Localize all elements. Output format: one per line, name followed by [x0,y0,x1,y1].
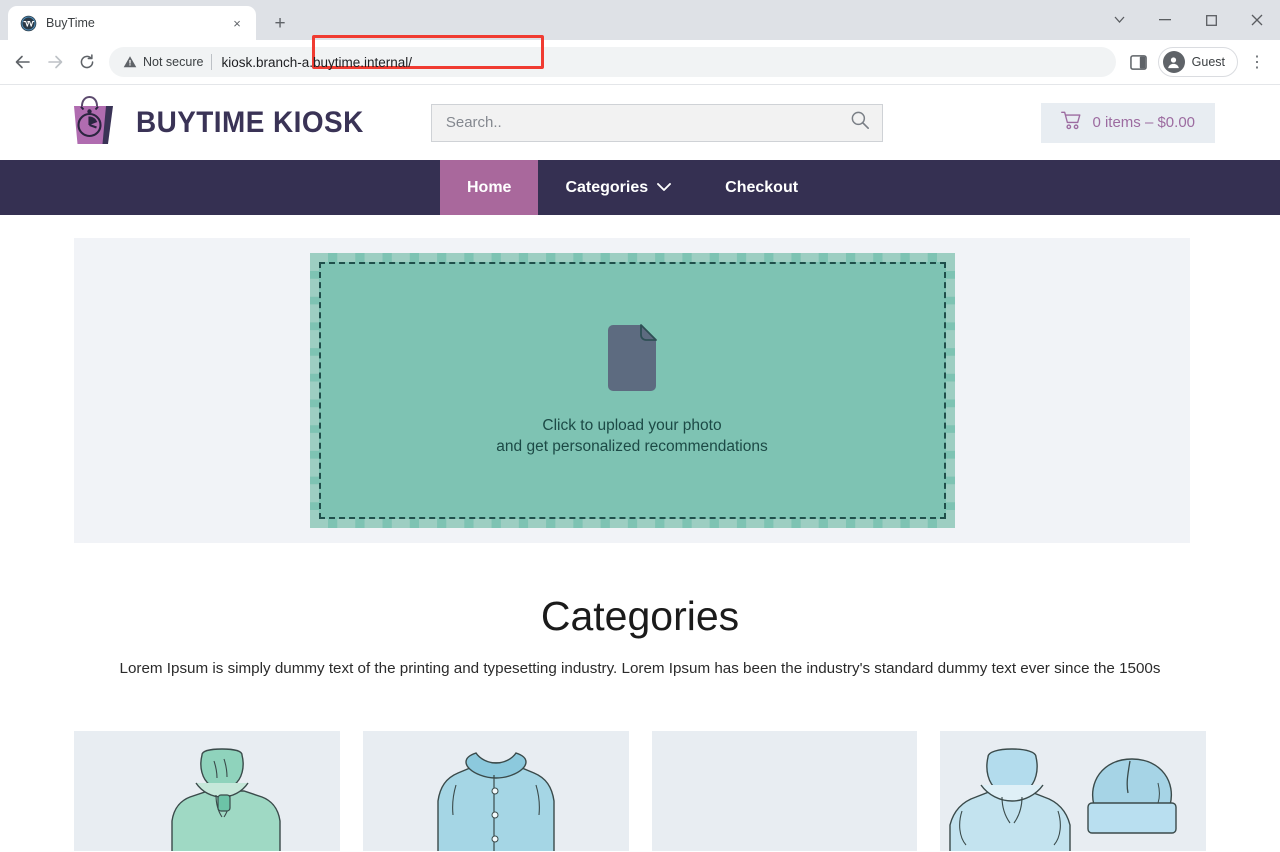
tab-strip: BuyTime × + [0,0,1280,40]
nav-item-label: Checkout [725,178,799,196]
hero-panel: Click to upload your photo and get perso… [74,238,1190,543]
security-label: Not secure [143,55,204,69]
tab-title: BuyTime [46,16,95,30]
brand-logo-link[interactable]: BUYTIME KIOSK [68,92,381,153]
toolbar-right-actions: Guest ⋮ [1124,47,1272,77]
search-icon[interactable] [850,110,870,135]
category-card[interactable] [651,731,918,851]
green-hoodie-icon [74,741,340,851]
nav-item-label: Categories [565,178,649,196]
upload-line-1: Click to upload your photo [542,417,722,435]
photo-upload-inner: Click to upload your photo and get perso… [318,262,946,519]
cart-summary-button[interactable]: 0 items – $0.00 [1041,102,1215,143]
category-card[interactable] [74,731,340,851]
forward-icon[interactable] [40,47,70,77]
blue-hoodie-beanie-icon [940,741,1206,851]
shopping-bag-clock-icon [68,92,122,153]
profile-label: Guest [1191,55,1225,69]
nav-item-checkout[interactable]: Checkout [698,160,825,215]
categories-section: Categories Lorem Ipsum is simply dummy t… [0,593,1280,677]
brand-name: BUYTIME KIOSK [136,105,364,139]
warning-icon [123,56,137,68]
window-controls [1096,0,1280,40]
reload-icon[interactable] [72,47,102,77]
maximize-button[interactable] [1188,0,1234,40]
site-header: BUYTIME KIOSK 0 items – $0.00 [0,85,1280,160]
blue-shirt-icon [363,741,629,851]
avatar-icon [1162,51,1185,73]
minimize-button[interactable] [1142,0,1188,40]
tab-search-icon[interactable] [1096,0,1142,40]
file-upload-icon [603,324,661,392]
nav-item-home[interactable]: Home [440,160,539,215]
categories-title: Categories [540,593,740,639]
main-navigation: Home Categories Checkout [0,160,1280,215]
url-text[interactable]: kiosk.branch-a.buytime.internal/ [221,55,412,70]
browser-menu-icon[interactable]: ⋮ [1242,47,1272,77]
upload-instructions: Click to upload your photo and get perso… [496,416,767,457]
search-input[interactable] [445,114,850,131]
search-box[interactable] [430,103,883,142]
categories-subtitle: Lorem Ipsum is simply dummy text of the … [119,660,1161,677]
nav-item-label: Home [467,178,512,196]
close-window-button[interactable] [1234,0,1280,40]
upload-line-2: and get personalized recommendations [496,437,768,455]
omnibox-divider [211,54,213,70]
wordpress-favicon-icon [20,14,37,32]
browser-chrome: BuyTime × + Not secure kiosk.branch-a.bu… [0,0,1280,85]
tab-close-icon[interactable]: × [228,14,246,32]
security-status[interactable]: Not secure [123,55,203,69]
chevron-down-icon [657,179,672,197]
browser-tab[interactable]: BuyTime × [8,6,256,40]
category-card[interactable] [362,731,629,851]
cart-label: 0 items – $0.00 [1092,114,1195,131]
back-icon[interactable] [8,47,38,77]
profile-button[interactable]: Guest [1157,47,1238,77]
cart-icon [1061,111,1081,134]
page-content: BUYTIME KIOSK 0 items – $0.00 [0,85,1280,852]
side-panel-icon[interactable] [1124,47,1154,77]
nav-item-categories[interactable]: Categories [538,160,698,215]
category-card-grid [0,731,1280,851]
new-tab-button[interactable]: + [266,9,294,37]
browser-toolbar: Not secure kiosk.branch-a.buytime.intern… [0,35,1280,85]
address-bar[interactable]: Not secure kiosk.branch-a.buytime.intern… [109,35,1116,77]
photo-upload-dropzone[interactable]: Click to upload your photo and get perso… [309,253,955,528]
category-card[interactable] [940,731,1206,851]
